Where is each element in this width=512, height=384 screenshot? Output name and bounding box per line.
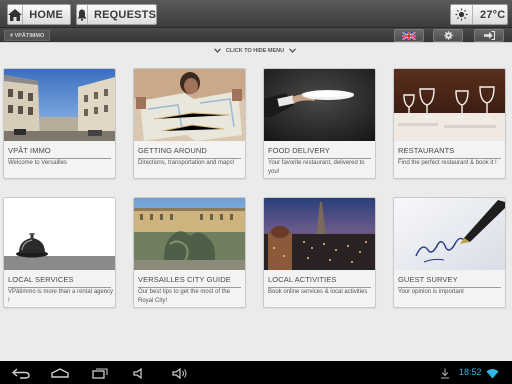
table-setting-image	[394, 69, 505, 141]
card-description: Your opinion is important	[398, 289, 464, 295]
sun-icon	[451, 5, 473, 24]
card-description: Your favorite restaurant, delivered to y…	[268, 160, 365, 175]
home-label: HOME	[29, 8, 63, 21]
home-icon	[8, 5, 24, 24]
card-description: Book online services & local activities	[268, 289, 368, 295]
volume-down-icon[interactable]	[133, 366, 145, 380]
card-title: LOCAL SERVICES	[8, 275, 111, 288]
card-local-services[interactable]: LOCAL SERVICES VPâtimmo is more than a r…	[3, 197, 116, 308]
card-getting-around[interactable]: GETTING AROUND Directions, transportatio…	[133, 68, 246, 179]
sub-toolbar: # VPÂTIMMO	[0, 28, 512, 43]
paris-street-image	[4, 69, 115, 141]
card-description: Directions, transportation and maps!	[138, 160, 235, 166]
uk-flag-icon	[401, 27, 417, 45]
card-local-activities[interactable]: LOCAL ACTIVITIES Book online services & …	[263, 197, 376, 308]
card-vpat-immo[interactable]: VPÂT IMMO Welcome to Versailles	[3, 68, 116, 179]
requests-button[interactable]: REQUESTS	[76, 4, 157, 25]
top-toolbar: HOME REQUESTS 27°C	[0, 0, 512, 28]
back-icon[interactable]	[12, 366, 30, 380]
home-button[interactable]: HOME	[7, 4, 71, 25]
logout-button[interactable]	[474, 29, 504, 42]
bell-icon	[77, 5, 88, 24]
wifi-icon	[486, 366, 499, 380]
card-title: VPÂT IMMO	[8, 146, 111, 159]
card-food-delivery[interactable]: FOOD DELIVERY Your favorite restaurant, …	[263, 68, 376, 179]
card-title: GUEST SURVEY	[398, 275, 501, 288]
hide-menu-label: CLICK TO HIDE MENU	[225, 48, 285, 54]
requests-label: REQUESTS	[94, 8, 157, 21]
service-bell-image	[4, 198, 115, 270]
hide-menu-toggle[interactable]: CLICK TO HIDE MENU	[210, 46, 300, 56]
download-icon	[440, 366, 450, 380]
weather-button[interactable]: 27°C	[450, 4, 508, 25]
temperature-label: 27°C	[480, 8, 506, 21]
card-title: RESTAURANTS	[398, 146, 501, 159]
breadcrumb[interactable]: # VPÂTIMMO	[4, 30, 51, 41]
home-nav-icon[interactable]	[51, 366, 69, 380]
gear-icon	[443, 27, 453, 45]
chevron-down-icon	[289, 47, 297, 55]
recent-apps-icon[interactable]	[92, 366, 108, 380]
volume-up-icon[interactable]	[172, 366, 188, 380]
waiter-tray-image	[264, 69, 375, 141]
logout-icon	[483, 27, 495, 45]
card-description: Our best tips to get the most of the Roy…	[138, 289, 231, 304]
status-clock: 18:52	[459, 367, 482, 377]
system-navigation-bar: 18:52	[0, 361, 512, 384]
settings-button[interactable]	[433, 29, 463, 42]
thank-you-pen-image	[394, 198, 505, 270]
card-description: Welcome to Versailles	[8, 160, 67, 166]
card-guest-survey[interactable]: GUEST SURVEY Your opinion is important	[393, 197, 506, 308]
card-description: Find the perfect restaurant & book it !	[398, 160, 497, 166]
card-restaurants[interactable]: RESTAURANTS Find the perfect restaurant …	[393, 68, 506, 179]
card-title: LOCAL ACTIVITIES	[268, 275, 371, 288]
language-button[interactable]	[394, 29, 424, 42]
paris-night-image	[264, 198, 375, 270]
chevron-down-icon	[213, 47, 221, 55]
card-description: VPâtimmo is more than a rental agency !	[8, 289, 114, 304]
card-title: VERSAILLES CITY GUIDE	[138, 275, 241, 288]
woman-with-map-image	[134, 69, 245, 141]
card-title: GETTING AROUND	[138, 146, 241, 159]
card-title: FOOD DELIVERY	[268, 146, 371, 159]
versailles-palace-image	[134, 198, 245, 270]
card-versailles-city-guide[interactable]: VERSAILLES CITY GUIDE Our best tips to g…	[133, 197, 246, 308]
